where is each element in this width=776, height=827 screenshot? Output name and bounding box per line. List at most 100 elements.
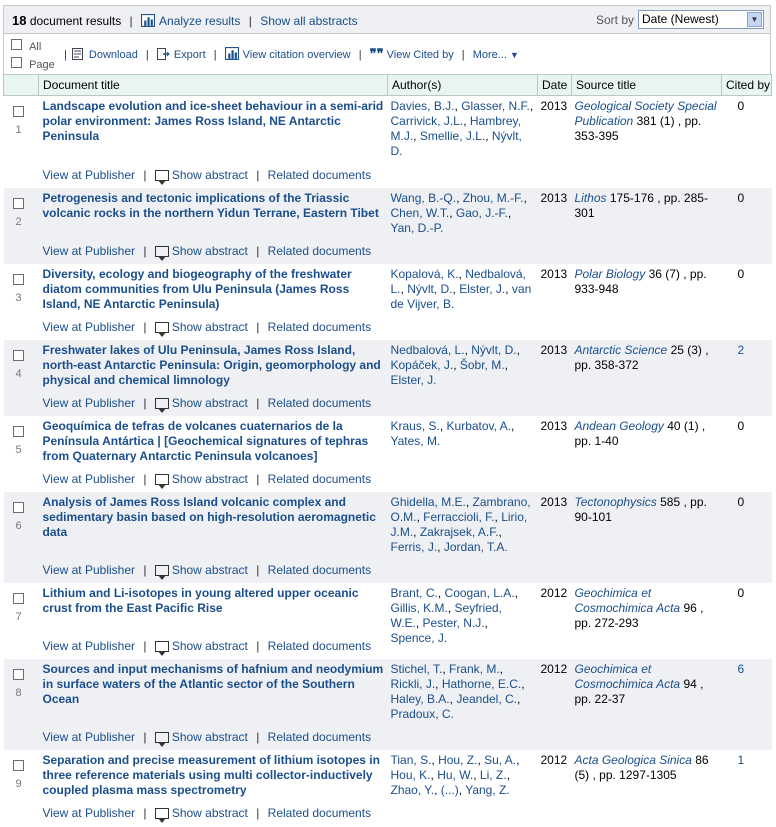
author-link[interactable]: Zhao, Y. [391, 783, 435, 797]
citation-overview-button[interactable]: View citation overview [243, 49, 351, 61]
author-link[interactable]: Haley, B.A. [391, 692, 450, 706]
row-checkbox[interactable] [12, 349, 24, 361]
author-link[interactable]: Smellie, J.L. [420, 129, 485, 143]
show-abstract-link[interactable]: Show abstract [172, 396, 248, 410]
author-link[interactable]: Kraus, S. [391, 419, 440, 433]
related-documents-link[interactable]: Related documents [268, 563, 371, 577]
source-title-link[interactable]: Antarctic Science [575, 343, 668, 357]
author-link[interactable]: Nedbalová, L. [391, 343, 465, 357]
author-link[interactable]: Glasser, N.F. [461, 99, 530, 113]
row-checkbox[interactable] [12, 592, 24, 604]
show-abstract-link[interactable]: Show abstract [172, 639, 248, 653]
related-documents-link[interactable]: Related documents [268, 639, 371, 653]
cited-by-count[interactable]: 6 [738, 662, 745, 676]
more-menu-button[interactable]: More... [473, 49, 507, 61]
show-abstract-link[interactable]: Show abstract [172, 563, 248, 577]
author-link[interactable]: Yates, M. [391, 434, 441, 448]
export-button[interactable]: Export [174, 49, 206, 61]
select-all-checkbox[interactable] [11, 39, 22, 50]
view-at-publisher-link[interactable]: View at Publisher [43, 168, 136, 182]
row-checkbox[interactable] [12, 501, 24, 513]
source-title-link[interactable]: Tectonophysics [575, 495, 657, 509]
show-abstract-link[interactable]: Show abstract [172, 806, 248, 820]
row-checkbox[interactable] [12, 668, 24, 680]
view-at-publisher-link[interactable]: View at Publisher [43, 639, 136, 653]
related-documents-link[interactable]: Related documents [268, 730, 371, 744]
view-at-publisher-link[interactable]: View at Publisher [43, 244, 136, 258]
source-title-link[interactable]: Polar Biology [575, 267, 646, 281]
view-at-publisher-link[interactable]: View at Publisher [43, 730, 136, 744]
related-documents-link[interactable]: Related documents [268, 320, 371, 334]
view-at-publisher-link[interactable]: View at Publisher [43, 396, 136, 410]
author-link[interactable]: Pradoux, C. [391, 707, 454, 721]
author-link[interactable]: Ghidella, M.E. [391, 495, 466, 509]
show-abstract-link[interactable]: Show abstract [172, 320, 248, 334]
author-link[interactable]: Ferris, J. [391, 540, 438, 554]
document-title-link[interactable]: Lithium and Li-isotopes in young altered… [43, 586, 388, 616]
author-link[interactable]: Pester, N.J. [423, 616, 485, 630]
column-header-authors[interactable]: Author(s) [387, 74, 538, 96]
row-checkbox[interactable] [12, 197, 24, 209]
author-link[interactable]: Yang, Z. [465, 783, 509, 797]
download-button[interactable]: Download [89, 49, 138, 61]
source-title-link[interactable]: Andean Geology [575, 419, 664, 433]
row-checkbox[interactable] [12, 273, 24, 285]
show-abstract-link[interactable]: Show abstract [172, 472, 248, 486]
author-link[interactable]: Coogan, L.A. [445, 586, 515, 600]
column-header-cited-by[interactable]: Cited by [721, 74, 772, 96]
author-link[interactable]: Jordan, T.A. [444, 540, 508, 554]
column-header-source[interactable]: Source title [571, 74, 722, 96]
author-link[interactable]: (...) [441, 783, 459, 797]
author-link[interactable]: Gillis, K.M. [391, 601, 448, 615]
source-title-link[interactable]: Acta Geologica Sinica [575, 753, 692, 767]
related-documents-link[interactable]: Related documents [268, 168, 371, 182]
author-link[interactable]: Hathorne, E.C. [442, 677, 521, 691]
show-abstract-link[interactable]: Show abstract [172, 168, 248, 182]
sort-select[interactable]: Date (Newest) ▼ [638, 10, 764, 29]
document-title-link[interactable]: Analysis of James Ross Island volcanic c… [43, 495, 388, 540]
author-link[interactable]: Carrivick, J.L. [391, 114, 464, 128]
document-title-link[interactable]: Sources and input mechanisms of hafnium … [43, 662, 388, 707]
column-header-date[interactable]: Date [537, 74, 572, 96]
document-title-link[interactable]: Diversity, ecology and biogeography of t… [43, 267, 388, 312]
author-link[interactable]: Kopáček, J. [391, 358, 454, 372]
author-link[interactable]: Stichel, T. [391, 662, 443, 676]
related-documents-link[interactable]: Related documents [268, 244, 371, 258]
view-at-publisher-link[interactable]: View at Publisher [43, 806, 136, 820]
view-at-publisher-link[interactable]: View at Publisher [43, 472, 136, 486]
row-checkbox[interactable] [12, 425, 24, 437]
author-link[interactable]: Hou, K. [391, 768, 431, 782]
author-link[interactable]: Ferraccioli, F. [423, 510, 494, 524]
source-title-link[interactable]: Lithos [575, 191, 607, 205]
author-link[interactable]: Zakrajsek, A.F. [420, 525, 499, 539]
column-header-title[interactable]: Document title [38, 74, 388, 96]
author-link[interactable]: Brant, C. [391, 586, 438, 600]
author-link[interactable]: Yan, D.-P. [391, 221, 444, 235]
document-title-link[interactable]: Petrogenesis and tectonic implications o… [43, 191, 388, 221]
author-link[interactable]: Spence, J. [391, 631, 448, 645]
document-title-link[interactable]: Landscape evolution and ice-sheet behavi… [43, 99, 388, 144]
document-title-link[interactable]: Geoquímica de tefras de volcanes cuatern… [43, 419, 388, 464]
author-link[interactable]: Zhou, M.-F. [463, 191, 524, 205]
source-title-link[interactable]: Geochimica et Cosmochimica Acta [575, 586, 681, 615]
author-link[interactable]: Chen, W.T. [391, 206, 450, 220]
author-link[interactable]: Šobr, M. [460, 358, 505, 372]
show-all-abstracts-link[interactable]: Show all abstracts [260, 14, 357, 28]
author-link[interactable]: Rickli, J. [391, 677, 436, 691]
author-link[interactable]: Li, Z. [480, 768, 507, 782]
author-link[interactable]: Nývlt, D. [471, 343, 516, 357]
cited-by-count[interactable]: 1 [738, 753, 745, 767]
cited-by-count[interactable]: 2 [738, 343, 745, 357]
related-documents-link[interactable]: Related documents [268, 472, 371, 486]
author-link[interactable]: Davies, B.J. [391, 99, 455, 113]
chevron-down-icon[interactable]: ▼ [747, 12, 762, 27]
chevron-down-icon[interactable]: ▼ [510, 50, 519, 60]
show-abstract-link[interactable]: Show abstract [172, 244, 248, 258]
author-link[interactable]: Wang, B.-Q. [391, 191, 457, 205]
cited-by-button[interactable]: View Cited by [387, 49, 454, 61]
source-title-link[interactable]: Geochimica et Cosmochimica Acta [575, 662, 681, 691]
show-abstract-link[interactable]: Show abstract [172, 730, 248, 744]
author-link[interactable]: Kopalová, K. [391, 267, 459, 281]
author-link[interactable]: Jeandel, C. [456, 692, 517, 706]
view-at-publisher-link[interactable]: View at Publisher [43, 563, 136, 577]
